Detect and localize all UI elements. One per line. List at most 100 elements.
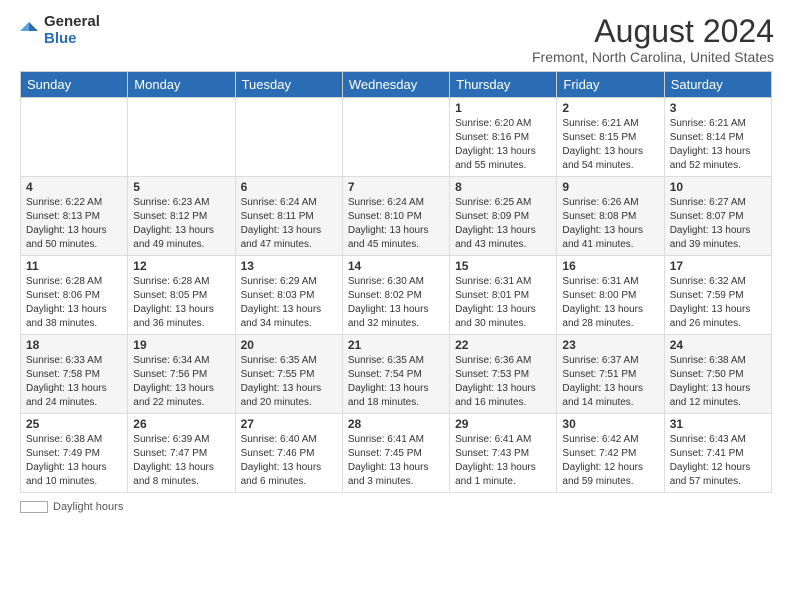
day-number: 21: [348, 338, 444, 352]
day-number: 1: [455, 101, 551, 115]
day-number: 9: [562, 180, 658, 194]
calendar-cell: 1Sunrise: 6:20 AMSunset: 8:16 PMDaylight…: [450, 98, 557, 177]
days-of-week-row: SundayMondayTuesdayWednesdayThursdayFrid…: [21, 72, 772, 98]
day-number: 14: [348, 259, 444, 273]
calendar-cell: 13 Sunrise: 6:29 AMSunset: 8:03 PMDayligh…: [235, 256, 342, 335]
day-number: 2: [562, 101, 658, 115]
page-container: General Blue August 2024 Fremont, North …: [0, 0, 792, 523]
calendar-cell: 17 Sunrise: 6:32 AMSunset: 7:59 PMDayligh…: [664, 256, 771, 335]
calendar-cell: [21, 98, 128, 177]
calendar-cell: 3Sunrise: 6:21 AMSunset: 8:14 PMDaylight…: [664, 98, 771, 177]
calendar-week-row: 4 Sunrise: 6:22 AMSunset: 8:13 PMDaylight…: [21, 177, 772, 256]
day-number: 17: [670, 259, 766, 273]
day-info: Sunrise: 6:35 AMSunset: 7:54 PMDaylight:…: [348, 354, 444, 410]
calendar-cell: 15 Sunrise: 6:31 AMSunset: 8:01 PMDayligh…: [450, 256, 557, 335]
day-number: 18: [26, 338, 122, 352]
day-info: Sunrise: 6:31 AMSunset: 8:01 PMDaylight:…: [455, 275, 551, 331]
day-number: 8: [455, 180, 551, 194]
calendar-cell: 30Sunrise: 6:42 AMSunset: 7:42 PMDayligh…: [557, 414, 664, 493]
day-info: Sunrise: 6:21 AMSunset: 8:15 PMDaylight:…: [562, 117, 658, 173]
logo-blue-text: Blue: [44, 31, 100, 48]
day-number: 11: [26, 259, 122, 273]
calendar-wrapper: SundayMondayTuesdayWednesdayThursdayFrid…: [0, 71, 792, 523]
day-of-week-header: Friday: [557, 72, 664, 98]
day-of-week-header: Tuesday: [235, 72, 342, 98]
calendar-table: SundayMondayTuesdayWednesdayThursdayFrid…: [20, 71, 772, 493]
day-info: Sunrise: 6:35 AMSunset: 7:55 PMDaylight:…: [241, 354, 337, 410]
day-info: Sunrise: 6:30 AMSunset: 8:02 PMDaylight:…: [348, 275, 444, 331]
page-header: General Blue August 2024 Fremont, North …: [0, 0, 792, 71]
calendar-cell: 16 Sunrise: 6:31 AMSunset: 8:00 PMDayligh…: [557, 256, 664, 335]
day-number: 4: [26, 180, 122, 194]
calendar-cell: 9 Sunrise: 6:26 AMSunset: 8:08 PMDaylight…: [557, 177, 664, 256]
calendar-cell: 25 Sunrise: 6:38 AMSunset: 7:49 PMDayligh…: [21, 414, 128, 493]
day-number: 10: [670, 180, 766, 194]
calendar-cell: 27 Sunrise: 6:40 AMSunset: 7:46 PMDayligh…: [235, 414, 342, 493]
calendar-cell: 14 Sunrise: 6:30 AMSunset: 8:02 PMDayligh…: [342, 256, 449, 335]
day-info: Sunrise: 6:41 AMSunset: 7:45 PMDaylight:…: [348, 433, 444, 489]
day-number: 12: [133, 259, 229, 273]
day-info: Sunrise: 6:43 AMSunset: 7:41 PMDaylight:…: [670, 433, 766, 489]
legend-box: [20, 501, 48, 513]
calendar-cell: 10Sunrise: 6:27 AMSunset: 8:07 PMDayligh…: [664, 177, 771, 256]
day-info: Sunrise: 6:40 AMSunset: 7:46 PMDaylight:…: [241, 433, 337, 489]
calendar-cell: 4 Sunrise: 6:22 AMSunset: 8:13 PMDaylight…: [21, 177, 128, 256]
day-number: 31: [670, 417, 766, 431]
calendar-week-row: 25 Sunrise: 6:38 AMSunset: 7:49 PMDayligh…: [21, 414, 772, 493]
logo-icon: [18, 20, 40, 42]
day-info: Sunrise: 6:25 AMSunset: 8:09 PMDaylight:…: [455, 196, 551, 252]
day-info: Sunrise: 6:26 AMSunset: 8:08 PMDaylight:…: [562, 196, 658, 252]
day-number: 13: [241, 259, 337, 273]
day-info: Sunrise: 6:42 AMSunset: 7:42 PMDaylight:…: [562, 433, 658, 489]
calendar-cell: 5Sunrise: 6:23 AMSunset: 8:12 PMDaylight…: [128, 177, 235, 256]
calendar-week-row: 1Sunrise: 6:20 AMSunset: 8:16 PMDaylight…: [21, 98, 772, 177]
day-number: 15: [455, 259, 551, 273]
calendar-cell: 31 Sunrise: 6:43 AMSunset: 7:41 PMDayligh…: [664, 414, 771, 493]
logo: General Blue: [18, 14, 100, 47]
calendar-cell: 23 Sunrise: 6:37 AMSunset: 7:51 PMDayligh…: [557, 335, 664, 414]
day-info: Sunrise: 6:41 AMSunset: 7:43 PMDaylight:…: [455, 433, 551, 489]
calendar-cell: 11 Sunrise: 6:28 AMSunset: 8:06 PMDayligh…: [21, 256, 128, 335]
day-info: Sunrise: 6:29 AMSunset: 8:03 PMDaylight:…: [241, 275, 337, 331]
day-info: Sunrise: 6:31 AMSunset: 8:00 PMDaylight:…: [562, 275, 658, 331]
day-number: 20: [241, 338, 337, 352]
day-number: 25: [26, 417, 122, 431]
day-number: 16: [562, 259, 658, 273]
subtitle: Fremont, North Carolina, United States: [532, 49, 774, 65]
day-info: Sunrise: 6:22 AMSunset: 8:13 PMDaylight:…: [26, 196, 122, 252]
calendar-cell: 12 Sunrise: 6:28 AMSunset: 8:05 PMDayligh…: [128, 256, 235, 335]
day-of-week-header: Sunday: [21, 72, 128, 98]
calendar-cell: 29 Sunrise: 6:41 AMSunset: 7:43 PMDayligh…: [450, 414, 557, 493]
calendar-cell: 6Sunrise: 6:24 AMSunset: 8:11 PMDaylight…: [235, 177, 342, 256]
logo-text: General Blue: [44, 14, 100, 47]
day-number: 23: [562, 338, 658, 352]
day-number: 19: [133, 338, 229, 352]
day-info: Sunrise: 6:36 AMSunset: 7:53 PMDaylight:…: [455, 354, 551, 410]
day-number: 22: [455, 338, 551, 352]
calendar-body: 1Sunrise: 6:20 AMSunset: 8:16 PMDaylight…: [21, 98, 772, 493]
day-number: 29: [455, 417, 551, 431]
calendar-cell: 2 Sunrise: 6:21 AMSunset: 8:15 PMDaylight…: [557, 98, 664, 177]
day-number: 26: [133, 417, 229, 431]
day-info: Sunrise: 6:32 AMSunset: 7:59 PMDaylight:…: [670, 275, 766, 331]
day-info: Sunrise: 6:38 AMSunset: 7:49 PMDaylight:…: [26, 433, 122, 489]
day-info: Sunrise: 6:24 AMSunset: 8:10 PMDaylight:…: [348, 196, 444, 252]
calendar-cell: [342, 98, 449, 177]
calendar-cell: [235, 98, 342, 177]
calendar-cell: 20 Sunrise: 6:35 AMSunset: 7:55 PMDayligh…: [235, 335, 342, 414]
day-info: Sunrise: 6:28 AMSunset: 8:06 PMDaylight:…: [26, 275, 122, 331]
day-info: Sunrise: 6:28 AMSunset: 8:05 PMDaylight:…: [133, 275, 229, 331]
calendar-cell: 21 Sunrise: 6:35 AMSunset: 7:54 PMDayligh…: [342, 335, 449, 414]
calendar-week-row: 18Sunrise: 6:33 AMSunset: 7:58 PMDayligh…: [21, 335, 772, 414]
day-number: 5: [133, 180, 229, 194]
day-number: 24: [670, 338, 766, 352]
day-number: 27: [241, 417, 337, 431]
calendar-cell: 22 Sunrise: 6:36 AMSunset: 7:53 PMDayligh…: [450, 335, 557, 414]
day-info: Sunrise: 6:34 AMSunset: 7:56 PMDaylight:…: [133, 354, 229, 410]
calendar-cell: 18Sunrise: 6:33 AMSunset: 7:58 PMDayligh…: [21, 335, 128, 414]
calendar-cell: 24Sunrise: 6:38 AMSunset: 7:50 PMDayligh…: [664, 335, 771, 414]
logo-general-text: General: [44, 14, 100, 31]
main-title: August 2024: [532, 14, 774, 49]
day-of-week-header: Monday: [128, 72, 235, 98]
day-info: Sunrise: 6:37 AMSunset: 7:51 PMDaylight:…: [562, 354, 658, 410]
